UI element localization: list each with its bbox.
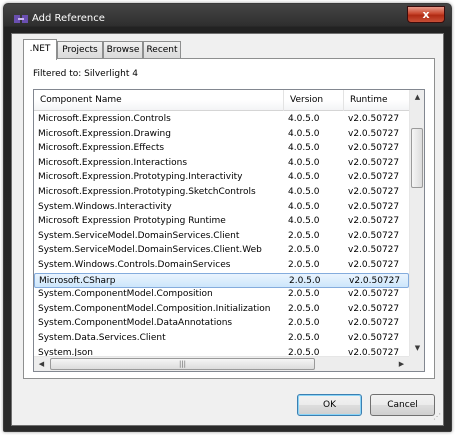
runtime-cell: v2.0.50727 (348, 260, 400, 270)
tab-browse[interactable]: Browse (103, 41, 143, 59)
version-cell: 2.0.5.0 (288, 304, 320, 314)
version-cell: 2.0.5.0 (288, 260, 320, 270)
resize-grip-icon[interactable]: ⋰ (433, 413, 443, 424)
version-cell: 4.0.5.0 (288, 187, 320, 197)
component-name-cell: Microsoft.Expression.Controls (38, 114, 171, 124)
runtime-cell: v2.0.50727 (348, 202, 400, 212)
runtime-cell: v2.0.50727 (348, 318, 400, 328)
tab-dotnet[interactable]: .NET (23, 39, 57, 60)
tab-projects[interactable]: Projects (57, 41, 103, 59)
component-name-cell: Microsoft.Expression.Interactions (38, 158, 188, 168)
runtime-cell: v2.0.50727 (348, 333, 400, 343)
component-name-cell: System.Windows.Controls.DomainServices (38, 260, 231, 270)
component-list[interactable]: Component Name Version Runtime Microsoft… (33, 89, 425, 372)
version-cell: 2.0.5.0 (288, 333, 320, 343)
list-header: Component Name Version Runtime (34, 90, 409, 111)
runtime-cell: v2.0.50727 (348, 114, 400, 124)
scroll-down-arrow-icon[interactable]: ▼ (410, 341, 424, 356)
component-name-cell: Microsoft.Expression.Drawing (38, 129, 171, 139)
tab-recent[interactable]: Recent (143, 41, 181, 59)
component-name-cell: Microsoft.Expression.Effects (38, 143, 165, 153)
version-cell: 4.0.5.0 (288, 216, 320, 226)
table-row[interactable]: Microsoft.Expression.Controls 4.0.5.0 v2.0… (34, 112, 409, 127)
ok-button[interactable]: OK (297, 394, 362, 416)
component-name-cell: System.ComponentModel.DataAnnotations (38, 318, 233, 328)
table-row[interactable]: System.Data.Services.Client 2.0.5.0 v2.0.5… (34, 331, 409, 346)
close-button[interactable]: x (407, 6, 445, 23)
version-cell: 2.0.5.0 (288, 231, 320, 241)
title-bar[interactable]: Add Reference x (4, 4, 451, 34)
runtime-cell: v2.0.50727 (348, 187, 400, 197)
table-row[interactable]: Microsoft Expression Prototyping Runtime… (34, 214, 409, 229)
version-cell: 4.0.5.0 (288, 143, 320, 153)
runtime-cell: v2.0.50727 (348, 289, 400, 299)
table-row[interactable]: Microsoft.Expression.Prototyping.SketchC… (34, 185, 409, 200)
runtime-cell: v2.0.50727 (348, 304, 400, 314)
table-row[interactable]: Microsoft.Expression.Interactions 4.0.5.0… (34, 156, 409, 171)
runtime-cell: v2.0.50727 (348, 245, 400, 255)
runtime-cell: v2.0.50727 (348, 129, 400, 139)
version-cell: 4.0.5.0 (288, 129, 320, 139)
component-name-cell: Microsoft Expression Prototyping Runtime (38, 216, 226, 226)
runtime-cell: v2.0.50727 (348, 143, 400, 153)
add-reference-dialog: Add Reference x .NET Projects Browse Rec… (3, 3, 452, 432)
scroll-left-arrow-icon[interactable]: ◀ (34, 357, 49, 371)
version-cell: 4.0.5.0 (288, 158, 320, 168)
vertical-scrollbar[interactable]: ▲ ▼ (409, 90, 424, 356)
table-row[interactable]: System.Windows.Controls.DomainServices 2.… (34, 258, 409, 273)
version-cell: 2.0.5.0 (288, 318, 320, 328)
runtime-cell: v2.0.50727 (348, 172, 400, 182)
dialog-body: .NET Projects Browse Recent Filtered to:… (11, 33, 444, 426)
version-cell: 4.0.5.0 (288, 202, 320, 212)
version-cell: 2.0.5.0 (288, 245, 320, 255)
vertical-scroll-thumb[interactable] (411, 128, 423, 188)
version-cell: 4.0.5.0 (288, 114, 320, 124)
close-icon: x (422, 8, 430, 21)
horizontal-scroll-thumb[interactable]: ||| (50, 358, 315, 370)
version-cell: 4.0.5.0 (288, 172, 320, 182)
scrollbar-corner (409, 356, 424, 371)
table-row[interactable]: System.ComponentModel.DataAnnotations 2.0… (34, 316, 409, 331)
component-name-cell: System.ServiceModel.DomainServices.Clien… (38, 245, 262, 255)
tab-panel-dotnet: Filtered to: Silverlight 4 Component Nam… (23, 58, 435, 379)
table-row[interactable]: Microsoft.Expression.Drawing 4.0.5.0 v2.0.… (34, 127, 409, 142)
component-name-cell: System.ServiceModel.DomainServices.Clien… (38, 231, 240, 241)
filter-label: Filtered to: Silverlight 4 (33, 69, 138, 79)
table-row[interactable]: Microsoft.CSharp 2.0.5.0 v2.0.50727 (34, 273, 409, 288)
window-title: Add Reference (32, 13, 105, 24)
cancel-button[interactable]: Cancel (370, 394, 435, 416)
table-row[interactable]: System.ComponentModel.Composition.Initia… (34, 302, 409, 317)
column-header-runtime[interactable]: Runtime (344, 90, 409, 111)
component-name-cell: System.ComponentModel.Composition (38, 289, 213, 299)
runtime-cell: v2.0.50727 (348, 231, 400, 241)
runtime-cell: v2.0.50727 (348, 158, 400, 168)
runtime-cell: v2.0.50727 (348, 216, 400, 226)
table-row[interactable]: Microsoft.Expression.Prototyping.Interac… (34, 170, 409, 185)
component-name-cell: Microsoft.Expression.Prototyping.SketchC… (38, 187, 256, 197)
table-row[interactable]: System.Windows.Interactivity 4.0.5.0 v2.0.… (34, 200, 409, 215)
horizontal-scrollbar[interactable]: ◀ ||| ▶ (34, 356, 409, 371)
table-row[interactable]: Microsoft.Expression.Effects 4.0.5.0 v2.0.… (34, 141, 409, 156)
scroll-up-arrow-icon[interactable]: ▲ (410, 90, 424, 105)
component-name-cell: Microsoft.Expression.Prototyping.Interac… (38, 172, 243, 182)
table-row[interactable]: System.ServiceModel.DomainServices.Clien… (34, 243, 409, 258)
component-name-cell: System.ComponentModel.Composition.Initia… (38, 304, 271, 314)
scroll-right-arrow-icon[interactable]: ▶ (394, 357, 409, 371)
table-row[interactable]: System.ServiceModel.DomainServices.Clien… (34, 229, 409, 244)
reference-icon (14, 15, 28, 23)
version-cell: 2.0.5.0 (288, 289, 320, 299)
column-header-version[interactable]: Version (284, 90, 344, 111)
table-row[interactable]: System.ComponentModel.Composition 2.0.5.0… (34, 287, 409, 302)
column-header-component-name[interactable]: Component Name (34, 90, 284, 111)
component-name-cell: System.Data.Services.Client (38, 333, 166, 343)
component-name-cell: System.Windows.Interactivity (38, 202, 172, 212)
